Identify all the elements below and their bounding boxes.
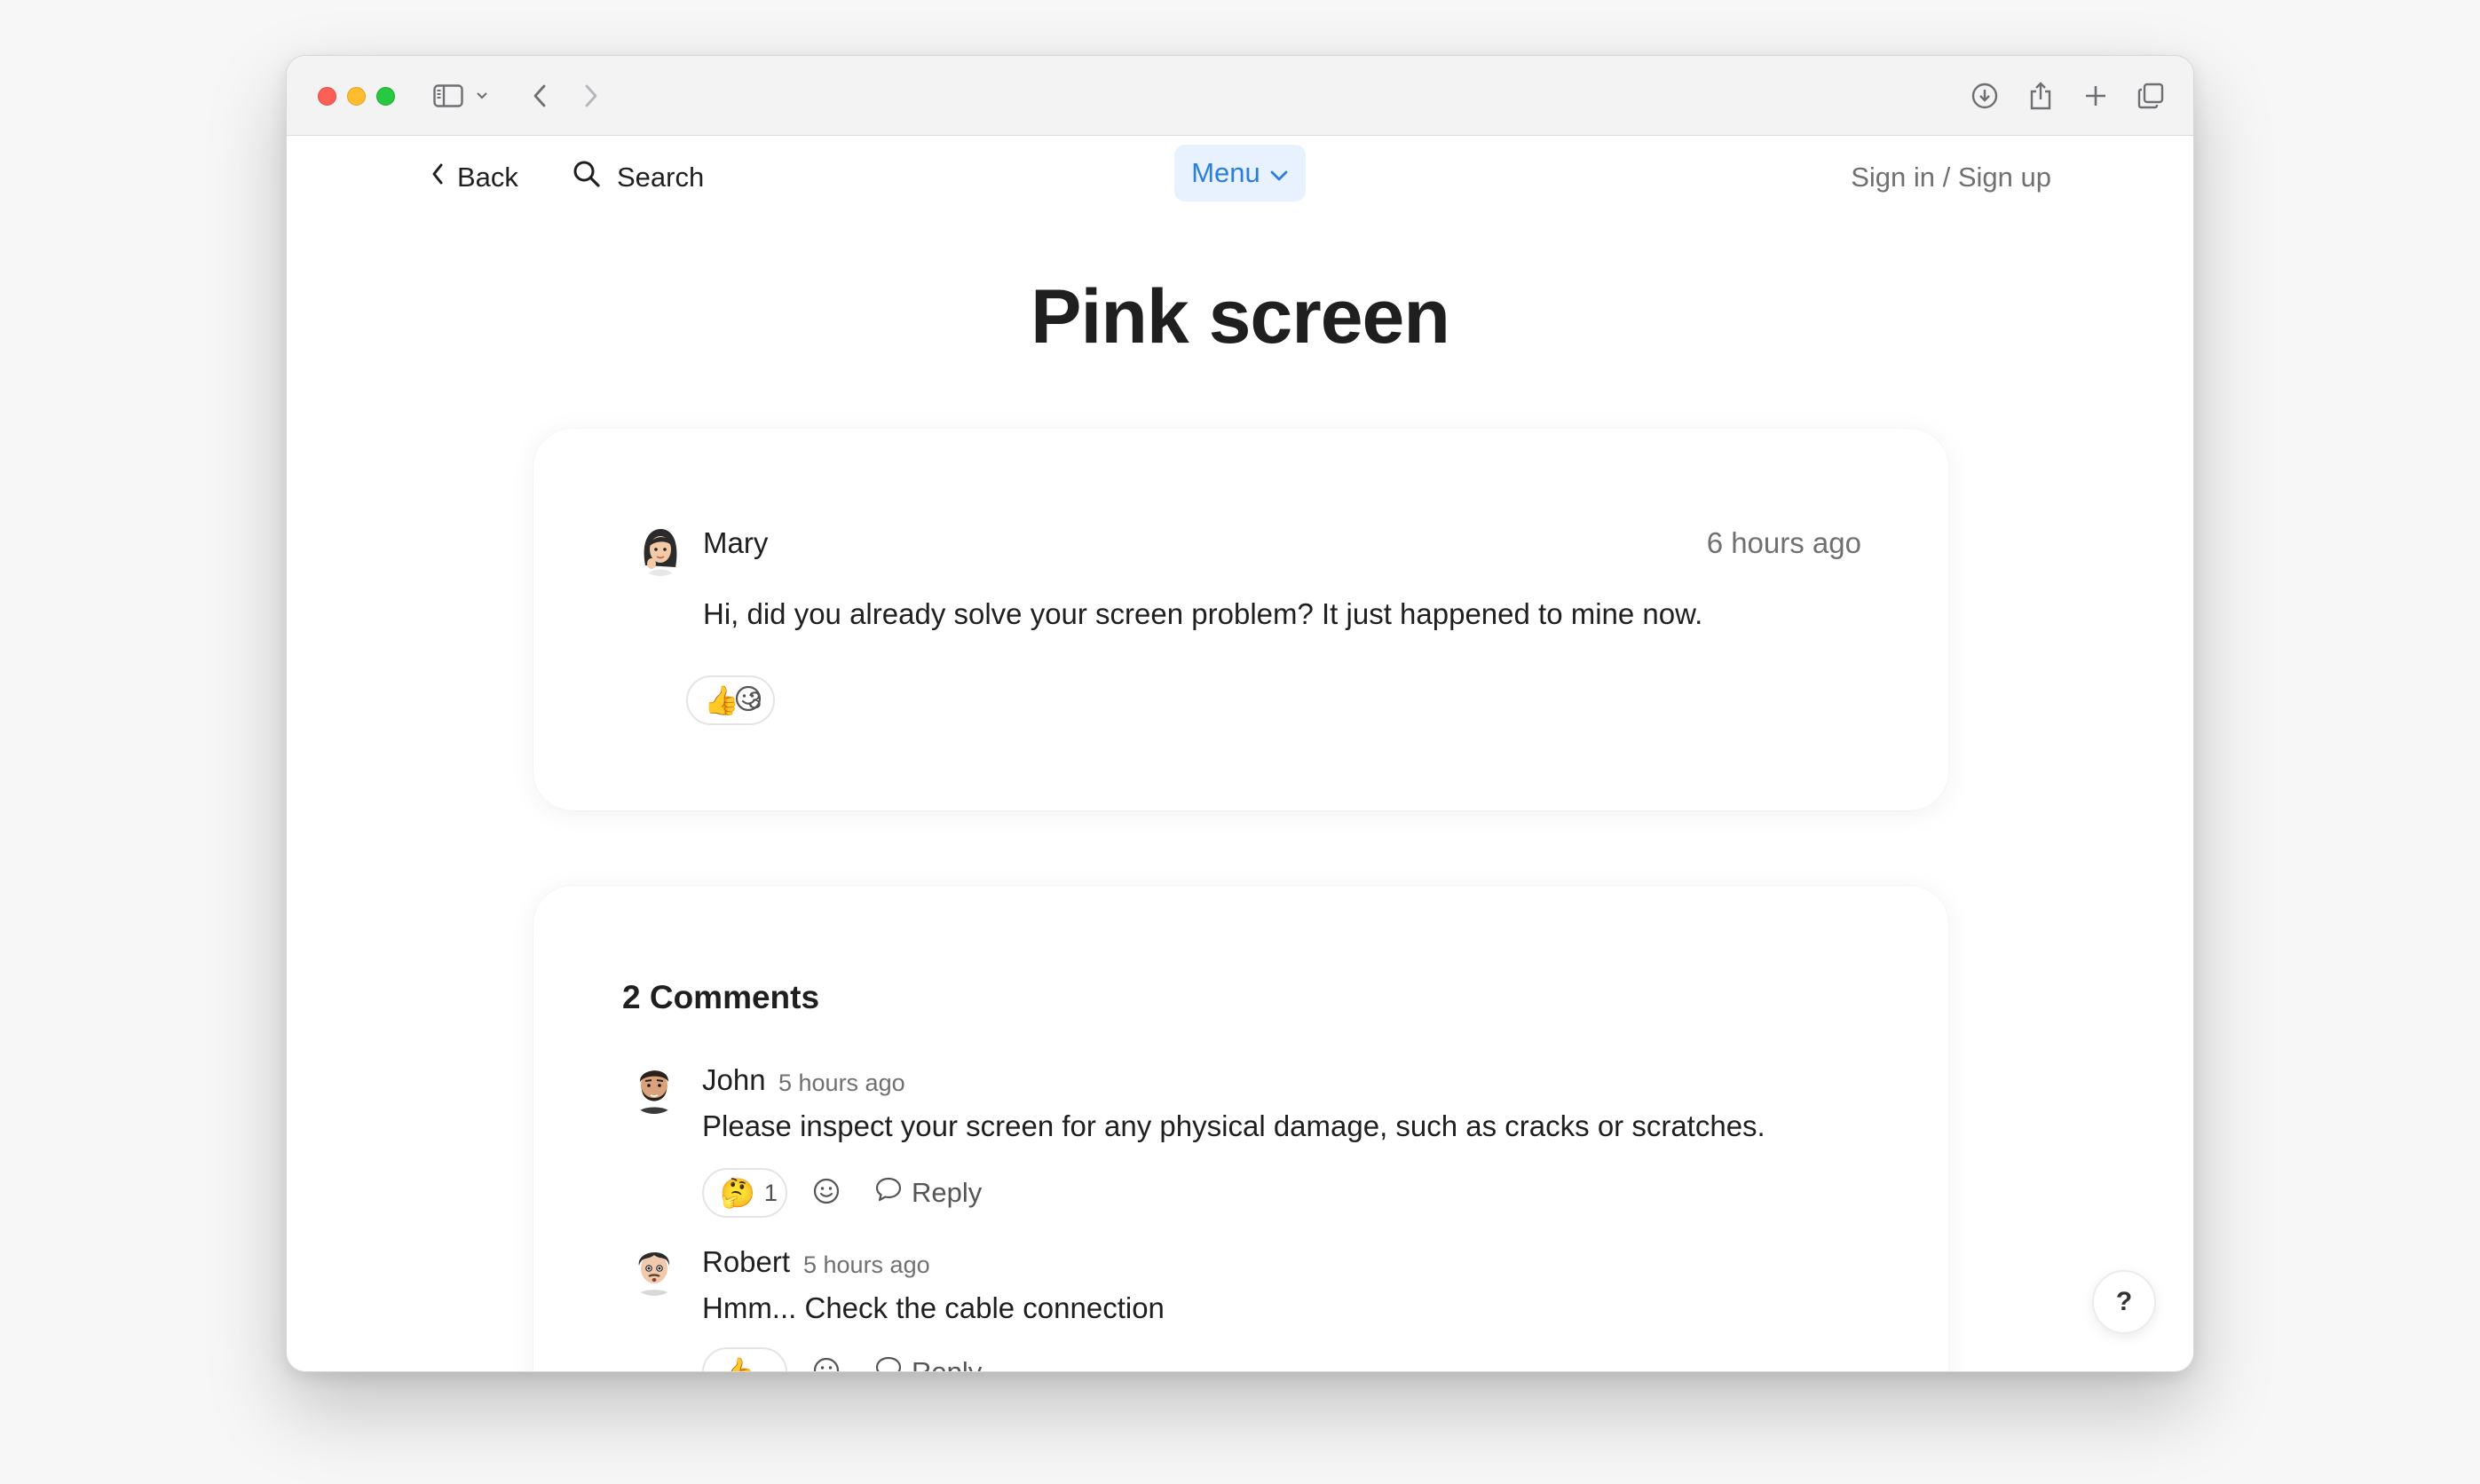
share-icon[interactable] bbox=[2023, 77, 2058, 114]
add-reaction-button[interactable] bbox=[809, 1354, 844, 1371]
comment-body: Hmm... Check the cable connection bbox=[702, 1291, 1165, 1324]
search-link[interactable]: Search bbox=[573, 155, 704, 200]
reply-button[interactable]: Reply bbox=[874, 1350, 983, 1372]
back-link[interactable]: Back bbox=[430, 155, 518, 200]
add-reaction-button[interactable] bbox=[731, 683, 766, 718]
new-tab-icon[interactable] bbox=[2078, 77, 2113, 114]
reply-label: Reply bbox=[912, 1177, 983, 1208]
zoom-window-button[interactable] bbox=[376, 87, 395, 106]
reply-label: Reply bbox=[912, 1356, 983, 1372]
page-title: Pink screen bbox=[1031, 274, 1450, 359]
avatar-mary bbox=[633, 521, 688, 576]
sign-in-link[interactable]: Sign in / Sign up bbox=[1851, 155, 2051, 200]
speech-bubble-icon bbox=[874, 1355, 903, 1371]
smiley-icon bbox=[734, 684, 762, 717]
help-button[interactable]: ? bbox=[2092, 1270, 2156, 1334]
comment-timestamp: 5 hours ago bbox=[778, 1070, 905, 1096]
close-window-button[interactable] bbox=[318, 87, 336, 106]
menu-button[interactable]: Menu bbox=[1174, 145, 1306, 201]
reaction-thinking[interactable]: 🤔 1 bbox=[702, 1168, 787, 1218]
speech-bubble-icon bbox=[874, 1176, 903, 1210]
chevron-down-icon[interactable] bbox=[473, 77, 491, 114]
tab-overview-icon[interactable] bbox=[2133, 77, 2168, 114]
chevron-left-icon bbox=[430, 162, 445, 193]
back-label: Back bbox=[457, 162, 518, 193]
chevron-down-icon bbox=[1269, 157, 1289, 189]
reply-button[interactable]: Reply bbox=[874, 1171, 982, 1215]
add-reaction-button[interactable] bbox=[809, 1175, 844, 1211]
thinking-face-icon: 🤔 bbox=[720, 1177, 755, 1209]
avatar-john bbox=[627, 1059, 682, 1114]
comment-body: Please inspect your screen for any physi… bbox=[702, 1109, 1765, 1142]
reaction-thumbs-up[interactable]: 👍 bbox=[702, 1347, 787, 1372]
post-body: Hi, did you already solve your screen pr… bbox=[703, 597, 1703, 630]
comments-heading: 2 Comments bbox=[622, 979, 820, 1015]
search-icon bbox=[573, 160, 601, 195]
sidebar-toggle-icon[interactable] bbox=[430, 77, 466, 114]
minimize-window-button[interactable] bbox=[347, 87, 366, 106]
avatar-robert bbox=[627, 1241, 682, 1296]
download-icon[interactable] bbox=[1967, 77, 2002, 114]
menu-label: Menu bbox=[1191, 157, 1260, 188]
comments-card: 2 Comments John 5 hours ago Please inspe… bbox=[533, 886, 1948, 1372]
comment-author-name: Robert bbox=[702, 1245, 791, 1278]
smiley-icon bbox=[812, 1177, 841, 1210]
post-author-name: Mary bbox=[703, 526, 769, 559]
post-card: Mary 6 hours ago Hi, did you already sol… bbox=[533, 429, 1948, 810]
comment-timestamp: 5 hours ago bbox=[803, 1251, 930, 1278]
smiley-icon bbox=[812, 1356, 841, 1371]
browser-window: Back Search Sign in / Sign up Menu Pink … bbox=[286, 55, 2194, 1372]
browser-toolbar bbox=[287, 56, 2193, 136]
comment-author-name: John bbox=[702, 1063, 766, 1096]
post-timestamp: 6 hours ago bbox=[1706, 526, 1861, 559]
search-label: Search bbox=[617, 162, 705, 193]
browser-forward-icon[interactable] bbox=[578, 77, 604, 114]
thumbs-up-icon: 👍 bbox=[720, 1356, 755, 1372]
browser-back-icon[interactable] bbox=[526, 77, 553, 114]
reaction-count: 1 bbox=[763, 1179, 778, 1206]
